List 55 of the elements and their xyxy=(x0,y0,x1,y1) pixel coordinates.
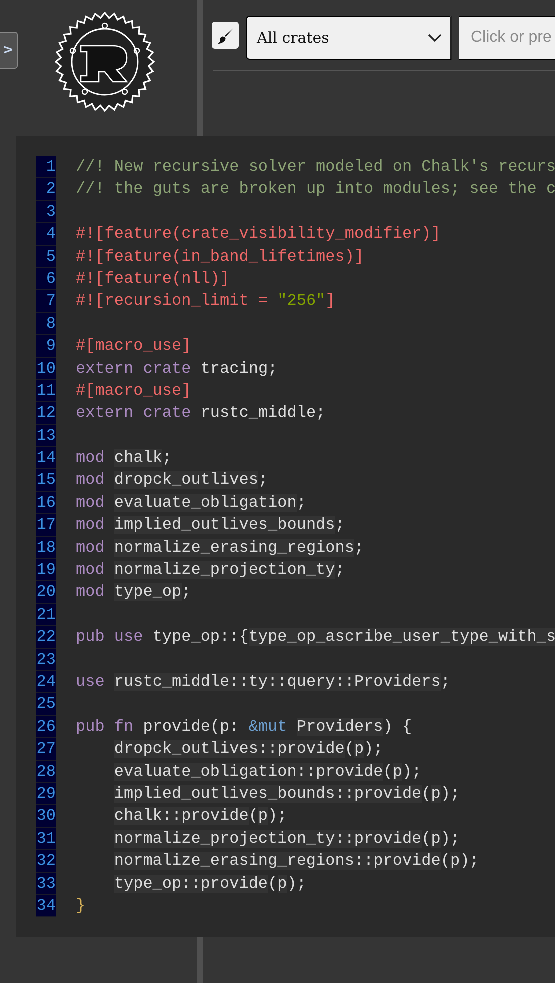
line-number[interactable]: 5 xyxy=(36,246,56,268)
line-number[interactable]: 14 xyxy=(36,447,56,470)
chevron-down-icon xyxy=(428,34,442,42)
line-number[interactable]: 3 xyxy=(36,200,56,224)
code-line: #[macro_use] xyxy=(76,336,192,358)
line-number[interactable]: 29 xyxy=(36,782,56,806)
line-number[interactable]: 20 xyxy=(36,581,56,604)
line-number[interactable]: 9 xyxy=(36,335,56,358)
line-number[interactable]: 19 xyxy=(36,559,56,582)
paintbrush-icon xyxy=(216,26,234,44)
line-number[interactable]: 10 xyxy=(36,358,56,380)
code-line: #[macro_use] xyxy=(76,380,192,402)
code-line: extern crate tracing; xyxy=(76,358,278,380)
code-line: mod chalk; xyxy=(76,448,172,470)
line-number[interactable]: 17 xyxy=(36,514,56,537)
code-line: pub use type_op::{type_op_ascribe_user_type_with_s xyxy=(76,627,555,648)
line-number[interactable]: 8 xyxy=(36,312,56,336)
code-line: #![feature(in_band_lifetimes)] xyxy=(76,246,364,268)
line-number[interactable]: 7 xyxy=(36,290,56,313)
code-line: } xyxy=(76,896,86,917)
theme-button[interactable] xyxy=(212,22,239,49)
line-number[interactable]: 25 xyxy=(36,693,56,716)
code-line: //! New recursive solver modeled on Chalk's recurs xyxy=(76,157,555,178)
code-line: pub fn provide(p: &mut Providers) { xyxy=(76,716,412,738)
gear-logo-icon xyxy=(54,12,154,112)
line-number[interactable]: 23 xyxy=(36,648,56,671)
line-number[interactable]: 21 xyxy=(36,604,56,626)
search-field[interactable]: Click or pre xyxy=(459,16,555,60)
line-number[interactable]: 11 xyxy=(36,380,56,402)
code-line: #![recursion_limit = "256"] xyxy=(76,291,336,312)
line-number[interactable]: 15 xyxy=(36,469,56,492)
line-number[interactable]: 34 xyxy=(36,894,56,918)
line-number[interactable]: 30 xyxy=(36,805,56,828)
line-number[interactable]: 26 xyxy=(36,716,56,738)
line-number[interactable]: 32 xyxy=(36,850,56,872)
line-number[interactable]: 28 xyxy=(36,760,56,783)
code-line: //! the guts are broken up into modules; see the c xyxy=(76,179,555,200)
code-line: #![feature(crate_visibility_modifier)] xyxy=(76,224,441,246)
code-line: extern crate rustc_middle; xyxy=(76,403,326,424)
sidebar-toggle-button[interactable]: > xyxy=(0,32,18,69)
line-number[interactable]: 2 xyxy=(36,178,56,201)
line-number[interactable]: 16 xyxy=(36,492,56,514)
line-number[interactable]: 33 xyxy=(36,872,56,895)
code-line: #![feature(nll)] xyxy=(76,268,230,290)
line-number[interactable]: 12 xyxy=(36,402,56,425)
crate-select[interactable]: All crates xyxy=(246,16,452,60)
line-number[interactable]: 13 xyxy=(36,424,56,448)
line-number[interactable]: 18 xyxy=(36,536,56,560)
line-number[interactable]: 4 xyxy=(36,223,56,246)
line-number[interactable]: 6 xyxy=(36,268,56,290)
line-number[interactable]: 24 xyxy=(36,670,56,694)
line-number[interactable]: 27 xyxy=(36,738,56,761)
line-number[interactable]: 22 xyxy=(36,626,56,649)
line-number[interactable]: 31 xyxy=(36,828,56,850)
line-number[interactable]: 1 xyxy=(36,156,56,178)
